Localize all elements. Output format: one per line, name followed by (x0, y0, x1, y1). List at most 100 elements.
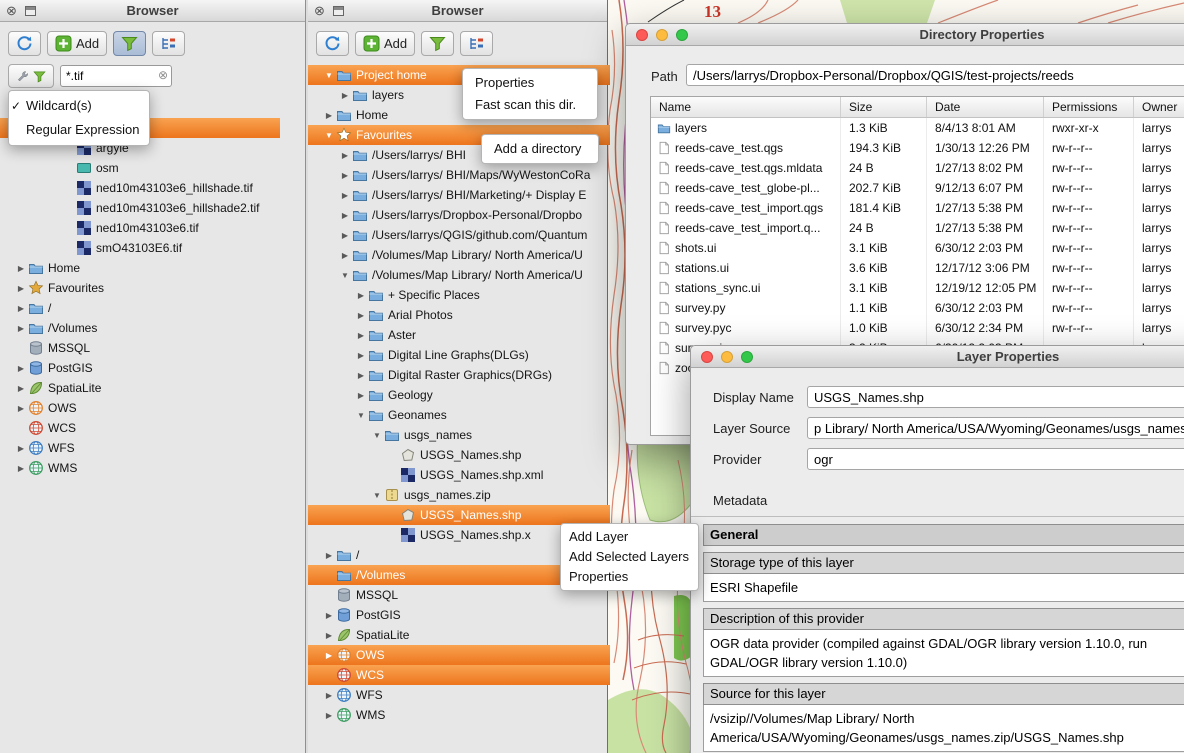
zoom-button[interactable] (741, 351, 753, 363)
tree-item[interactable]: USGS_Names.shp (308, 505, 610, 525)
column-header[interactable]: Owner (1134, 97, 1184, 117)
add-button[interactable]: Add (47, 31, 107, 56)
tree-item[interactable]: ▶Geology (308, 385, 610, 405)
table-row[interactable]: reeds-cave_test.qgs.mldata24 B1/27/13 8:… (651, 158, 1184, 178)
chevron-right-icon[interactable]: ▶ (322, 711, 336, 720)
filter-options-button[interactable] (8, 64, 54, 88)
tree-item[interactable]: ned10m43103e6_hillshade.tif (0, 178, 280, 198)
collapse-all-button[interactable] (152, 31, 185, 56)
add-button[interactable]: Add (355, 31, 415, 56)
chevron-down-icon[interactable]: ▼ (322, 131, 336, 140)
chevron-right-icon[interactable]: ▶ (14, 264, 28, 273)
chevron-right-icon[interactable]: ▶ (338, 231, 352, 240)
tree-item[interactable]: ned10m43103e6_hillshade2.tif (0, 198, 280, 218)
chevron-down-icon[interactable]: ▼ (322, 71, 336, 80)
chevron-right-icon[interactable]: ▶ (322, 631, 336, 640)
tree-item[interactable]: MSSQL (0, 338, 280, 358)
tree-item[interactable]: ▶SpatiaLite (0, 378, 280, 398)
chevron-down-icon[interactable]: ▼ (370, 491, 384, 500)
tree-item[interactable]: ▶PostGIS (0, 358, 280, 378)
tree-item[interactable]: ▶Digital Line Graphs(DLGs) (308, 345, 610, 365)
minimize-button[interactable] (721, 351, 733, 363)
tree-item[interactable]: ▶WMS (308, 705, 610, 725)
tree-item[interactable]: ▶/Users/larrys/Dropbox-Personal/Dropbo (308, 205, 610, 225)
chevron-right-icon[interactable]: ▶ (354, 351, 368, 360)
dialog-titlebar[interactable]: Directory Properties (626, 24, 1184, 46)
column-header[interactable]: Size (841, 97, 927, 117)
chevron-down-icon[interactable]: ▼ (370, 431, 384, 440)
tree-item[interactable]: ▶/Users/larrys/ BHI/Maps/WyWestonCoRa (308, 165, 610, 185)
float-panel-icon[interactable] (333, 6, 344, 16)
chevron-down-icon[interactable]: ▼ (338, 271, 352, 280)
panel-titlebar[interactable]: ⊗ Browser (308, 0, 607, 22)
panel-titlebar[interactable]: ⊗ Browser (0, 0, 305, 22)
tree-item[interactable]: smO43103E6.tif (0, 238, 280, 258)
table-row[interactable]: shots.ui3.1 KiB6/30/12 2:03 PMrw-r--r--l… (651, 238, 1184, 258)
chevron-right-icon[interactable]: ▶ (338, 91, 352, 100)
tree-item[interactable]: ▶Aster (308, 325, 610, 345)
refresh-button[interactable] (316, 31, 349, 56)
tree-item[interactable]: ▶+ Specific Places (308, 285, 610, 305)
chevron-right-icon[interactable]: ▶ (338, 151, 352, 160)
tree-item[interactable]: ▶Digital Raster Graphics(DRGs) (308, 365, 610, 385)
zoom-button[interactable] (676, 29, 688, 41)
tree-item[interactable]: ▶Home (0, 258, 280, 278)
table-row[interactable]: reeds-cave_test_import.qgs181.4 KiB1/27/… (651, 198, 1184, 218)
menu-item[interactable]: Properties (561, 567, 698, 587)
tree-item[interactable]: ▶WFS (0, 438, 280, 458)
tree-item[interactable]: WCS (308, 665, 610, 685)
menu-item[interactable]: Regular Expression (9, 118, 149, 142)
tree-item[interactable]: ▶/Users/larrys/QGIS/github.com/Quantum (308, 225, 610, 245)
chevron-right-icon[interactable]: ▶ (322, 691, 336, 700)
chevron-right-icon[interactable]: ▶ (14, 284, 28, 293)
tree-item[interactable]: ▶SpatiaLite (308, 625, 610, 645)
menu-item[interactable]: Add Selected Layers (561, 547, 698, 567)
table-row[interactable]: reeds-cave_test_import.q...24 B1/27/13 5… (651, 218, 1184, 238)
filter-button[interactable] (113, 31, 146, 56)
tree-item[interactable]: ▶PostGIS (308, 605, 610, 625)
table-row[interactable]: stations_sync.ui3.1 KiB12/19/12 12:05 PM… (651, 278, 1184, 298)
chevron-right-icon[interactable]: ▶ (322, 611, 336, 620)
chevron-right-icon[interactable]: ▶ (322, 551, 336, 560)
chevron-right-icon[interactable]: ▶ (338, 171, 352, 180)
chevron-right-icon[interactable]: ▶ (14, 444, 28, 453)
chevron-right-icon[interactable]: ▶ (338, 191, 352, 200)
provider-input[interactable] (807, 448, 1184, 470)
chevron-right-icon[interactable]: ▶ (354, 311, 368, 320)
filter-input[interactable] (60, 65, 172, 87)
table-row[interactable]: survey.pyc1.0 KiB6/30/12 2:34 PMrw-r--r-… (651, 318, 1184, 338)
tree-item[interactable]: ▶Favourites (0, 278, 280, 298)
column-header[interactable]: Name (651, 97, 841, 117)
chevron-right-icon[interactable]: ▶ (14, 404, 28, 413)
column-header[interactable]: Permissions (1044, 97, 1134, 117)
column-header[interactable]: Date (927, 97, 1044, 117)
tree-item[interactable]: ▼/Volumes/Map Library/ North America/U (308, 265, 610, 285)
chevron-right-icon[interactable]: ▶ (354, 371, 368, 380)
chevron-right-icon[interactable]: ▶ (338, 211, 352, 220)
chevron-right-icon[interactable]: ▶ (322, 111, 336, 120)
menu-item[interactable]: Fast scan this dir. (463, 94, 597, 116)
menu-item[interactable]: Properties (463, 72, 597, 94)
tree-item[interactable]: ▶Arial Photos (308, 305, 610, 325)
dialog-titlebar[interactable]: Layer Properties (691, 346, 1184, 368)
chevron-right-icon[interactable]: ▶ (354, 291, 368, 300)
tree-item[interactable]: ▼usgs_names.zip (308, 485, 610, 505)
tree-item[interactable]: ▶OWS (0, 398, 280, 418)
collapse-all-button[interactable] (460, 31, 493, 56)
chevron-right-icon[interactable]: ▶ (14, 304, 28, 313)
filter-button[interactable] (421, 31, 454, 56)
display-name-input[interactable] (807, 386, 1184, 408)
table-row[interactable]: reeds-cave_test.qgs194.3 KiB1/30/13 12:2… (651, 138, 1184, 158)
refresh-button[interactable] (8, 31, 41, 56)
tree-item[interactable]: ▶OWS (308, 645, 610, 665)
chevron-right-icon[interactable]: ▶ (14, 464, 28, 473)
chevron-right-icon[interactable]: ▶ (338, 251, 352, 260)
tree-item[interactable]: osm (0, 158, 280, 178)
chevron-right-icon[interactable]: ▶ (14, 364, 28, 373)
tree-item[interactable]: ▶/Users/larrys/ BHI/Marketing/+ Display … (308, 185, 610, 205)
chevron-right-icon[interactable]: ▶ (322, 651, 336, 660)
chevron-right-icon[interactable]: ▶ (14, 324, 28, 333)
tree-item[interactable]: ▶/Volumes/Map Library/ North America/U (308, 245, 610, 265)
tree-item[interactable]: ▶/ (0, 298, 280, 318)
tree-item[interactable]: ▼usgs_names (308, 425, 610, 445)
